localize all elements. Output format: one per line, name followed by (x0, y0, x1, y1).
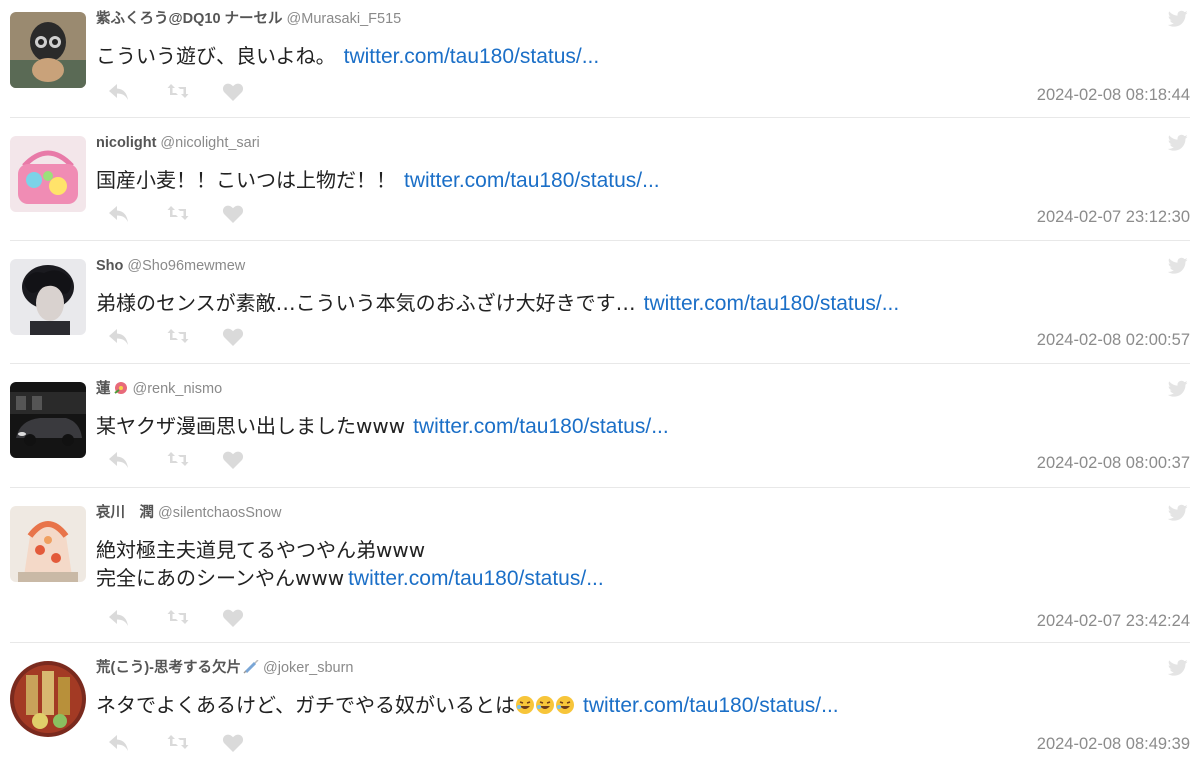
tweet-link[interactable]: twitter.com/tau180/status/... (644, 292, 900, 315)
divider (10, 487, 1190, 488)
tweet-link[interactable]: twitter.com/tau180/status/... (404, 169, 660, 192)
twitter-bird-icon[interactable] (1168, 134, 1188, 152)
tweet-body: 弟様のセンスが素敵…こういう本気のおふざけ大好きです… (96, 291, 636, 315)
tweet-text: こういう遊び、良いよね。 twitter.com/tau180/status/..… (96, 42, 599, 71)
syringe-icon (243, 659, 259, 676)
divider (10, 240, 1190, 241)
heart-icon[interactable] (222, 327, 244, 351)
divider (10, 117, 1190, 118)
heart-icon[interactable] (222, 608, 244, 632)
user-handle[interactable]: @Sho96mewmew (127, 258, 245, 274)
retweet-icon[interactable] (166, 608, 190, 630)
tweet-body: ネタでよくあるけど、ガチでやる奴がいるとは (96, 693, 515, 717)
heart-icon[interactable] (222, 82, 244, 106)
hibiscus-icon (113, 381, 129, 397)
rofl-emoji-icon (515, 693, 575, 717)
twitter-bird-icon[interactable] (1168, 504, 1188, 522)
twitter-bird-icon[interactable] (1168, 380, 1188, 398)
reply-icon[interactable] (108, 327, 130, 351)
tweet-item: Sho @Sho96mewmew 弟様のセンスが素敵…こういう本気のおふざけ大好き… (10, 257, 1190, 357)
tweet-body: 某ヤクザ漫画思い出しましたwww (96, 414, 406, 438)
tweet-item: 蓮 @renk_nismo 某ヤクザ漫画思い出しましたwww twitter.com… (10, 380, 1190, 480)
reply-icon[interactable] (108, 608, 130, 632)
tweet-body-line-2: 完全にあのシーンやんwww (96, 566, 345, 590)
user-name[interactable]: 紫ふくろう@DQ10 ナーセル (96, 11, 283, 27)
tweet-body-line-1: 絶対極主夫道見てるやつやん弟www (96, 538, 426, 562)
heart-icon[interactable] (222, 204, 244, 228)
user-name[interactable]: 哀川 潤 (96, 505, 154, 521)
tweet-timestamp[interactable]: 2024-02-07 23:12:30 (1037, 208, 1190, 227)
user-handle[interactable]: @Murasaki_F515 (287, 11, 402, 27)
tweet-text: 某ヤクザ漫画思い出しましたwww twitter.com/tau180/statu… (96, 412, 669, 441)
user-name[interactable]: nicolight (96, 135, 156, 151)
retweet-icon[interactable] (166, 733, 190, 755)
tweet-body: こういう遊び、良いよね。 (96, 44, 336, 68)
tweet-timestamp[interactable]: 2024-02-08 02:00:57 (1037, 331, 1190, 350)
reply-icon[interactable] (108, 204, 130, 228)
avatar[interactable] (10, 259, 86, 335)
tweet-item: 紫ふくろう@DQ10 ナーセル @Murasaki_F515 こういう遊び、良いよ… (10, 10, 1190, 110)
tweet-text: 国産小麦！！こいつは上物だ！！ twitter.com/tau180/status… (96, 166, 660, 195)
user-name[interactable]: Sho (96, 258, 123, 274)
retweet-icon[interactable] (166, 82, 190, 104)
user-name[interactable]: 蓮 (96, 381, 111, 397)
twitter-bird-icon[interactable] (1168, 659, 1188, 677)
tweet-item: 荒(こう)-思考する欠片 @joker_sburn ネタでよくあるけど、ガチでやる… (10, 659, 1190, 769)
divider (10, 363, 1190, 364)
tweet-body: 国産小麦！！こいつは上物だ！！ (96, 168, 396, 192)
reply-icon[interactable] (108, 82, 130, 106)
avatar[interactable] (10, 661, 86, 737)
avatar[interactable] (10, 136, 86, 212)
heart-icon[interactable] (222, 733, 244, 757)
user-handle[interactable]: @nicolight_sari (160, 135, 259, 151)
tweet-feed: 紫ふくろう@DQ10 ナーセル @Murasaki_F515 こういう遊び、良いよ… (0, 0, 1200, 771)
divider (10, 642, 1190, 643)
user-name[interactable]: 荒(こう)-思考する欠片 (96, 660, 241, 676)
tweet-text: 弟様のセンスが素敵…こういう本気のおふざけ大好きです… twitter.com/t… (96, 289, 899, 318)
avatar[interactable] (10, 12, 86, 88)
avatar[interactable] (10, 506, 86, 582)
avatar[interactable] (10, 382, 86, 458)
user-handle[interactable]: @silentchaosSnow (158, 505, 282, 521)
tweet-text: ネタでよくあるけど、ガチでやる奴がいるとは twitter.com/tau180/… (96, 691, 839, 720)
user-handle[interactable]: @joker_sburn (263, 660, 353, 676)
tweet-timestamp[interactable]: 2024-02-08 08:18:44 (1037, 86, 1190, 105)
tweet-item: 哀川 潤 @silentchaosSnow 絶対極主夫道見てるやつやん弟www 完… (10, 504, 1190, 632)
retweet-icon[interactable] (166, 204, 190, 226)
tweet-link[interactable]: twitter.com/tau180/status/... (413, 415, 669, 438)
heart-icon[interactable] (222, 450, 244, 474)
twitter-bird-icon[interactable] (1168, 257, 1188, 275)
tweet-link[interactable]: twitter.com/tau180/status/... (348, 567, 604, 590)
reply-icon[interactable] (108, 733, 130, 757)
retweet-icon[interactable] (166, 327, 190, 349)
twitter-bird-icon[interactable] (1168, 10, 1188, 28)
tweet-timestamp[interactable]: 2024-02-07 23:42:24 (1037, 612, 1190, 631)
tweet-text: 絶対極主夫道見てるやつやん弟www 完全にあのシーンやんwww twitter.c… (96, 536, 604, 593)
tweet-link[interactable]: twitter.com/tau180/status/... (583, 694, 839, 717)
tweet-timestamp[interactable]: 2024-02-08 08:00:37 (1037, 454, 1190, 473)
tweet-link[interactable]: twitter.com/tau180/status/... (344, 45, 600, 68)
retweet-icon[interactable] (166, 450, 190, 472)
reply-icon[interactable] (108, 450, 130, 474)
tweet-item: nicolight @nicolight_sari 国産小麦！！こいつは上物だ！！… (10, 134, 1190, 234)
tweet-timestamp[interactable]: 2024-02-08 08:49:39 (1037, 735, 1190, 754)
user-handle[interactable]: @renk_nismo (133, 381, 223, 397)
